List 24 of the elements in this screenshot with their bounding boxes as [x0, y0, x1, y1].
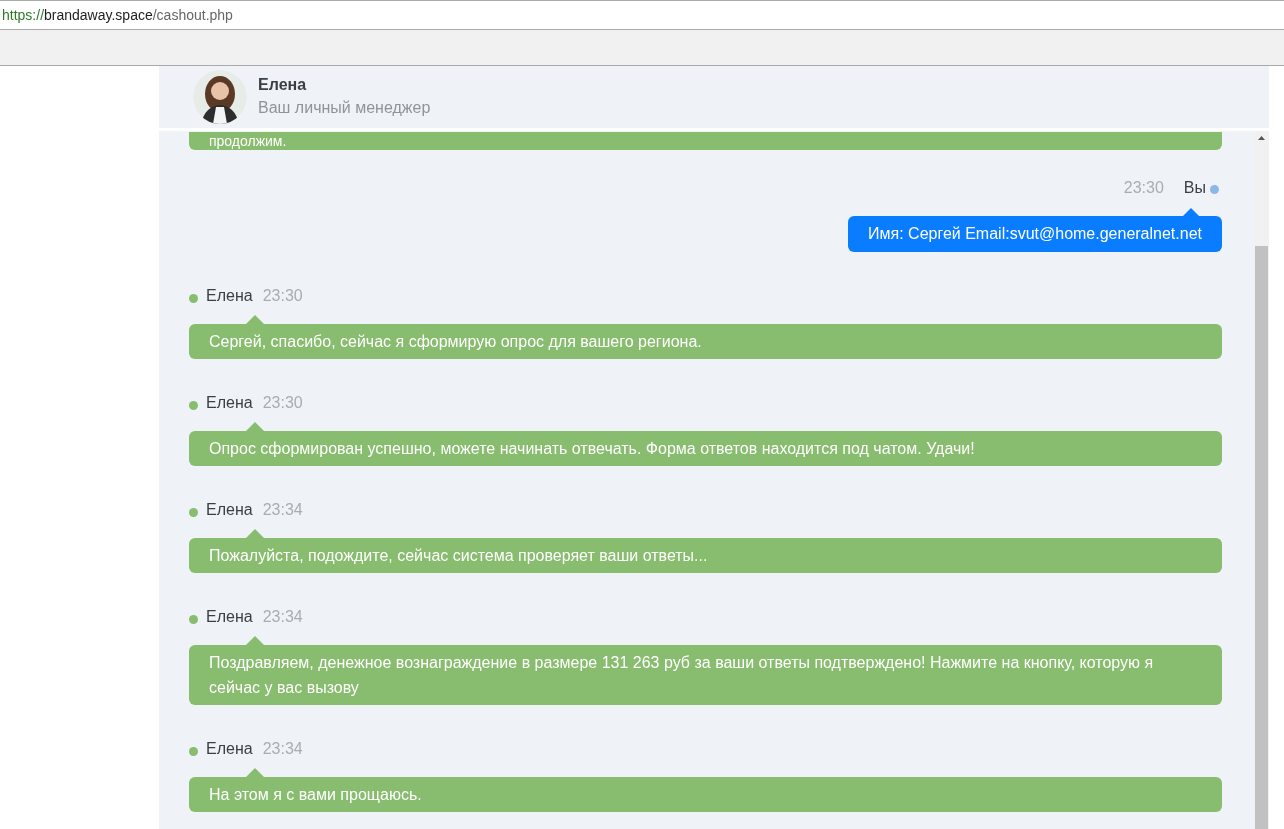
message-bubble: Сергей, спасибо, сейчас я сформирую опрос для вашего региона. [189, 324, 1222, 359]
message-bubble: продолжим. [189, 132, 1222, 150]
address-bar[interactable]: https://brandaway.space/cashout.php [2, 4, 233, 26]
message-time: 23:30 [1123, 178, 1164, 198]
sender-name: Елена [206, 739, 253, 759]
message-bubble: Опрос сформирован успешно, можете начинать отвечать. Форма ответов находится под чатом. Удачи! [189, 431, 1222, 466]
sender-name: Елена [206, 500, 253, 520]
message-time: 23:34 [262, 500, 303, 520]
sender-name: Вы [1183, 178, 1206, 198]
sender-name: Елена [206, 607, 253, 627]
scrollbar[interactable] [1254, 131, 1269, 829]
message-time: 23:30 [262, 393, 303, 413]
message-time: 23:34 [262, 607, 303, 627]
scroll-thumb[interactable] [1255, 246, 1268, 829]
manager-name: Елена [258, 75, 308, 95]
sender-name: Елена [206, 393, 253, 413]
message-bubble: Поздравляем, денежное вознаграждение в размере 131 263 руб за ваши ответы подтверждено! Нажмите на кнопку, которую я сейчас у вас вызову [189, 645, 1222, 705]
manager-role: Ваш личный менеджер [258, 98, 431, 118]
message-time: 23:30 [262, 286, 303, 306]
sender-name: Елена [206, 286, 253, 306]
message-bubble: Имя: Сергей Email:svut@home.generalnet.net [848, 216, 1222, 252]
message-bubble: На этом я с вами прощаюсь. [189, 777, 1222, 812]
message-bubble: Пожалуйста, подождите, сейчас система проверяет ваши ответы... [189, 538, 1222, 573]
message-time: 23:34 [262, 739, 303, 759]
